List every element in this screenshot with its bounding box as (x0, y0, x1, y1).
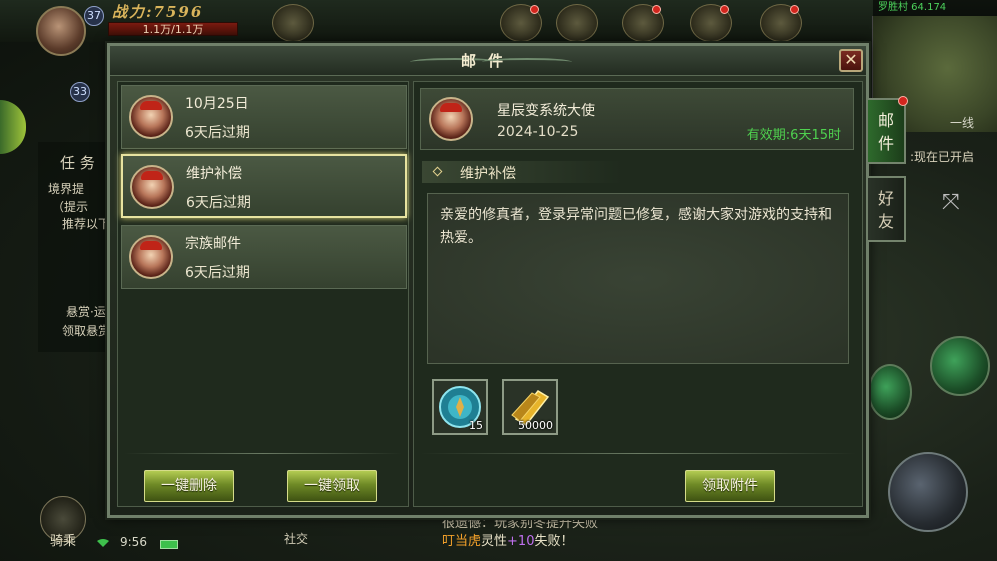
chat-line-2: 叮当虎灵性+10失败！ (442, 530, 573, 549)
clock-time: 9:56 (120, 535, 147, 549)
top-menu-icon-2[interactable] (500, 4, 542, 42)
mail-subject: 宗族邮件 (185, 236, 241, 252)
skill-button-2[interactable] (868, 364, 912, 420)
detail-divider (420, 453, 856, 454)
quest-item-2[interactable]: 悬赏·运 (66, 303, 106, 320)
mail-subject: 维护补偿 (186, 166, 242, 182)
notification-dot (790, 5, 799, 14)
mail-expiry: 6天后过期 (185, 265, 250, 281)
tab-friends-label: 好友 (877, 189, 894, 231)
notification-dot (720, 5, 729, 14)
player-avatar[interactable] (36, 6, 86, 56)
combat-power-label: 战力:7596 (112, 3, 204, 21)
mail-list-item-selected[interactable]: 维护补偿 6天后过期 (121, 154, 407, 218)
quest-item-1[interactable]: 境界提 (48, 180, 84, 197)
top-menu-icon-4[interactable] (622, 4, 664, 42)
top-menu-icon-3[interactable] (556, 4, 598, 42)
title-ornament-right (482, 58, 572, 66)
quest-tracker-icon[interactable] (0, 100, 26, 154)
top-menu-icon-1[interactable] (272, 4, 314, 42)
notification-dot (898, 96, 908, 106)
mail-expiry: 6天后过期 (186, 195, 251, 211)
skill-button-1[interactable] (930, 336, 990, 396)
player-level-badge: 37 (84, 6, 104, 26)
tab-mail[interactable]: 邮件 (868, 96, 908, 164)
dialog-titlebar: 邮件 ✕ (110, 46, 866, 76)
mail-body: 亲爱的修真者，登录异常问题已修复，感谢大家对游戏的支持和热爱。 (427, 193, 849, 364)
wifi-icon (97, 539, 109, 547)
sender-avatar (129, 235, 173, 279)
sender-avatar (429, 97, 473, 141)
sender-avatar (130, 165, 174, 209)
server-line-label[interactable]: 一线 (950, 114, 974, 131)
attachment-slot[interactable]: 50000 (502, 379, 558, 435)
chat-player-name[interactable]: 叮当虎 (442, 534, 481, 549)
map-coordinates: 罗胜村 64.174 (873, 0, 997, 16)
chat-text-pre: 灵性 (481, 534, 508, 549)
attachment-slot[interactable]: 15 (432, 379, 488, 435)
quest-tab-label[interactable]: 任 务 (60, 152, 95, 173)
subject-bar (422, 161, 622, 183)
mail-detail-subject: 维护补偿 (460, 166, 516, 182)
social-label[interactable]: 社交 (284, 530, 308, 547)
quest-item-1-sub: 推荐以下 (62, 217, 111, 231)
quest-item-1-hint: （提示 (52, 200, 89, 214)
claim-attachment-button[interactable]: 领取附件 (685, 470, 775, 502)
ride-label: 骑乘 (50, 534, 77, 549)
validity-period: 有效期:6天15时 (746, 128, 841, 143)
send-date: 2024-10-25 (497, 124, 579, 140)
mail-expiry: 6天后过期 (185, 125, 250, 141)
battery-icon (160, 540, 178, 549)
quest-item-2-sub: 领取悬赏 (62, 324, 111, 338)
delete-all-button[interactable]: 一键删除 (144, 470, 234, 502)
tab-mail-label: 邮件 (877, 111, 894, 153)
list-divider (124, 453, 402, 454)
top-menu-icon-5[interactable] (690, 4, 732, 42)
sender-avatar (129, 95, 173, 139)
attachment-count: 50000 (518, 419, 553, 432)
mail-dialog: 邮件 ✕ 10月25日 6天后过期 维护补偿 6天后过期 宗族邮件 6天后过期 … (107, 43, 869, 518)
expand-arrows-icon[interactable]: ⤧ (942, 190, 960, 215)
mail-subject: 10月25日 (185, 96, 249, 112)
mail-detail-panel: 星辰变系统大使 2024-10-25 有效期:6天15时 维护补偿 亲爱的修真者… (413, 81, 863, 507)
pet-level-badge: 33 (70, 82, 90, 102)
attack-button[interactable] (888, 452, 968, 532)
tab-friends[interactable]: 好友 (868, 176, 906, 242)
top-menu-icon-6[interactable] (760, 4, 802, 42)
claim-all-button[interactable]: 一键领取 (287, 470, 377, 502)
hp-bar: 1.1万/1.1万 (108, 22, 238, 36)
chat-text-post: 失败！ (534, 534, 574, 549)
attachment-count: 15 (469, 419, 483, 432)
sender-name: 星辰变系统大使 (497, 103, 595, 119)
notification-dot (652, 5, 661, 14)
close-button[interactable]: ✕ (839, 49, 863, 72)
mail-list-item[interactable]: 宗族邮件 6天后过期 (121, 225, 407, 289)
mail-detail-header: 星辰变系统大使 2024-10-25 有效期:6天15时 (420, 88, 854, 150)
quest-panel-bg (38, 142, 110, 352)
mail-list-item[interactable]: 10月25日 6天后过期 (121, 85, 407, 149)
chat-value: +10 (507, 534, 535, 549)
mail-list-panel: 10月25日 6天后过期 维护补偿 6天后过期 宗族邮件 6天后过期 一键删除 … (117, 81, 409, 507)
minimap-note: :现在已开启 (910, 150, 975, 164)
notification-dot (530, 5, 539, 14)
